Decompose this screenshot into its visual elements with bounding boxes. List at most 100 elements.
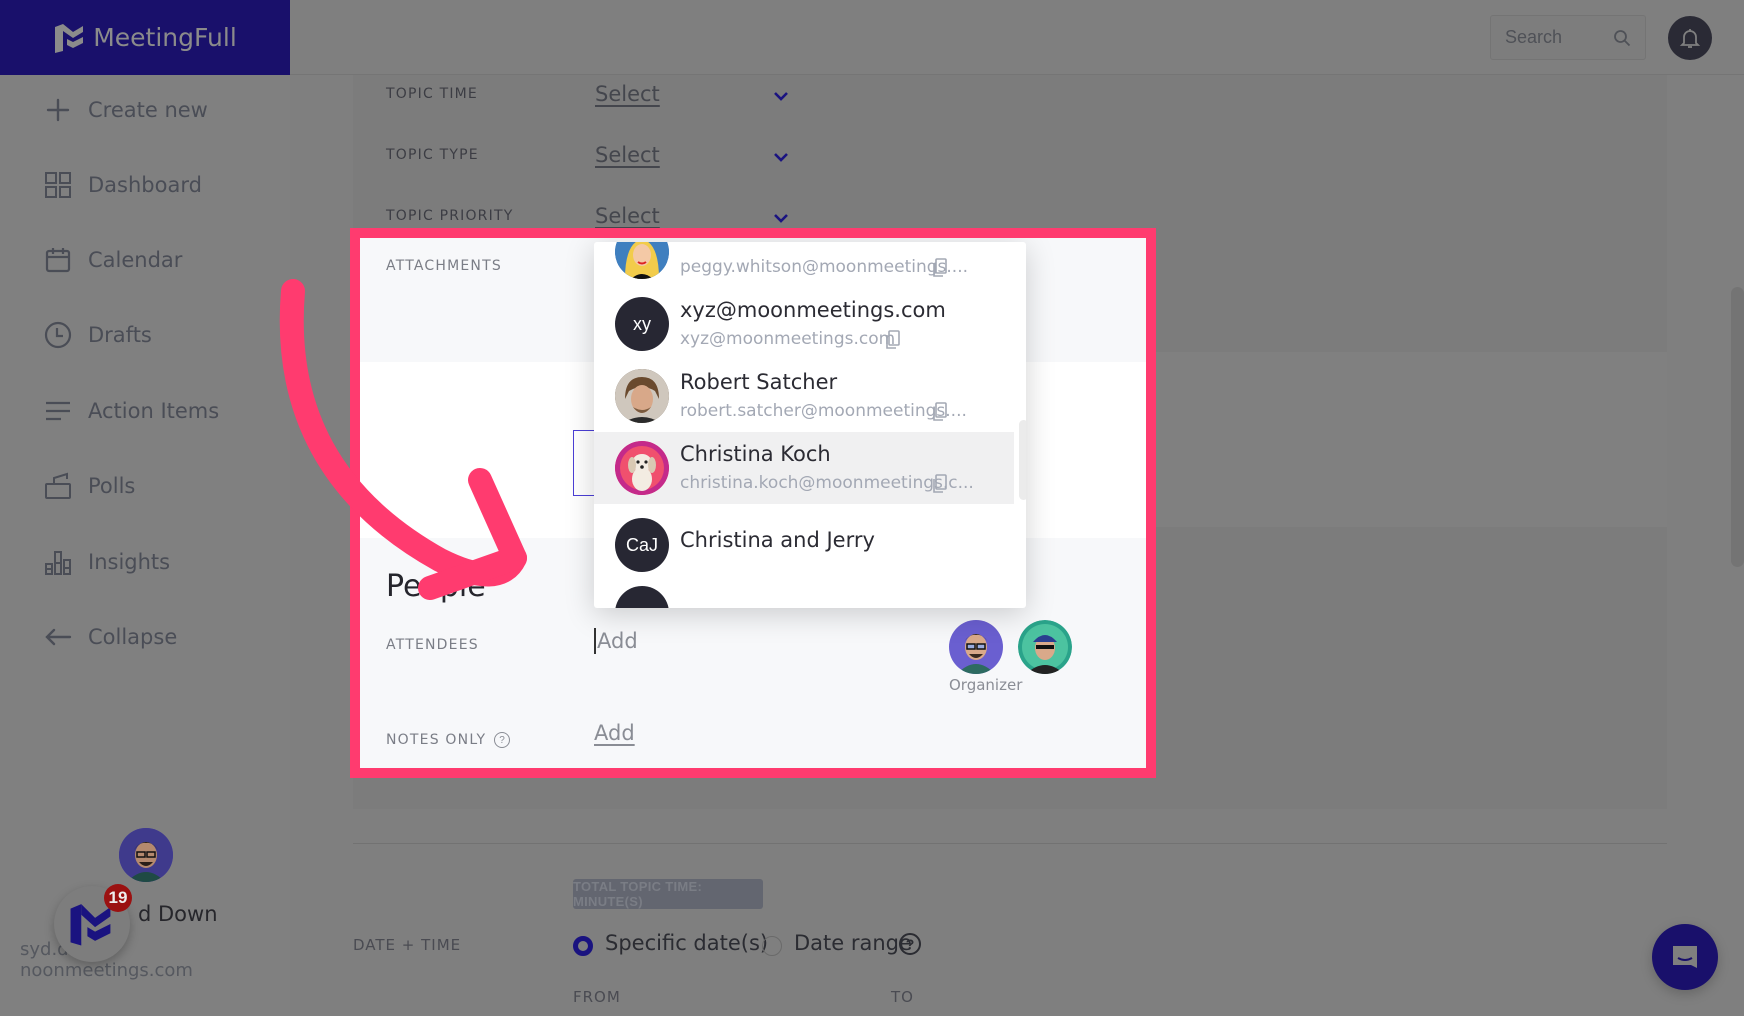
sidebar-item-label: Drafts	[88, 323, 152, 347]
chevron-down-icon[interactable]	[772, 151, 790, 163]
sidebar-item-calendar[interactable]: Calendar	[44, 240, 182, 280]
suggestion-item[interactable]: CaJ Christina and Jerry	[594, 504, 1014, 576]
copy-icon[interactable]	[932, 474, 948, 494]
user-avatar-illustration-icon	[119, 828, 173, 882]
sidebar: MeetingFull Create new Dashboard Calenda…	[0, 0, 290, 1016]
date-range-label[interactable]: Date range	[794, 931, 912, 955]
sidebar-item-label: Create new	[88, 98, 208, 122]
chat-support-button[interactable]	[1652, 924, 1718, 990]
bar-chart-icon	[45, 551, 71, 575]
brand[interactable]: MeetingFull	[0, 0, 290, 75]
suggestion-item-partial[interactable]	[594, 576, 1014, 608]
suggestion-name: xyz@moonmeetings.com	[680, 298, 946, 322]
topic-time-select[interactable]: Select	[595, 82, 660, 106]
sidebar-item-polls[interactable]: Polls	[44, 466, 135, 506]
sidebar-item-drafts[interactable]: Drafts	[44, 315, 152, 355]
copy-icon[interactable]	[885, 330, 901, 350]
sidebar-item-insights[interactable]: Insights	[44, 542, 170, 582]
suggestion-item-highlighted[interactable]: Christina Koch christina.koch@moonmeetin…	[594, 432, 1014, 504]
date-time-label: DATE + TIME	[353, 936, 462, 954]
search-icon	[1614, 29, 1631, 46]
specific-dates-radio[interactable]	[573, 936, 593, 956]
sidebar-item-label: Collapse	[88, 625, 178, 649]
chat-icon	[1673, 946, 1697, 968]
arrow-left-icon	[45, 628, 72, 646]
specific-dates-label[interactable]: Specific date(s)	[605, 931, 768, 955]
organizer-label: Organizer	[949, 676, 1023, 694]
notifications-button[interactable]	[1668, 16, 1712, 60]
suggestion-email: robert.satcher@moonmeetings....	[680, 401, 967, 421]
attendee-avatar[interactable]	[1018, 620, 1072, 674]
suggestion-email: xyz@moonmeetings.com	[680, 329, 896, 349]
chevron-down-icon[interactable]	[772, 90, 790, 102]
chevron-down-icon[interactable]	[772, 212, 790, 224]
attendees-label: ATTENDEES	[386, 637, 479, 653]
suggestion-item[interactable]: xy xyz@moonmeetings.com xyz@moonmeetings…	[594, 288, 1014, 360]
suggestion-name: Robert Satcher	[680, 370, 838, 394]
bell-icon	[1679, 29, 1701, 48]
section-divider	[353, 843, 1667, 844]
suggestion-email: christina.koch@moonmeetings.c...	[680, 473, 974, 493]
copy-icon[interactable]	[932, 402, 948, 422]
calendar-icon	[45, 248, 71, 273]
list-icon	[46, 401, 70, 421]
suggestion-item[interactable]: Robert Satcher robert.satcher@moonmeetin…	[594, 360, 1014, 432]
to-label: TO	[891, 988, 914, 1006]
sidebar-item-label: Calendar	[88, 248, 183, 272]
attachments-label: ATTACHMENTS	[386, 258, 502, 274]
copy-icon[interactable]	[932, 258, 948, 278]
topic-priority-select[interactable]: Select	[595, 204, 660, 228]
topic-priority-label: TOPIC PRIORITY	[386, 208, 514, 224]
sidebar-item-create-new[interactable]: Create new	[44, 90, 208, 130]
grid-icon	[45, 172, 71, 198]
search-placeholder: Search	[1505, 27, 1563, 47]
avatar-dog-icon	[615, 441, 669, 495]
people-title: People	[386, 569, 486, 604]
dropdown-scrollbar[interactable]	[1019, 420, 1026, 500]
avatar-photo-icon	[615, 369, 669, 423]
help-icon[interactable]: ?	[899, 933, 921, 955]
sidebar-item-collapse[interactable]: Collapse	[44, 617, 177, 657]
highlight-box: ATTACHMENTS People ATTENDEES Add NOTES O…	[350, 228, 1156, 778]
meetingfull-logo-icon	[55, 23, 84, 53]
organizer-avatar[interactable]	[949, 620, 1003, 674]
topic-time-label: TOPIC TIME	[386, 86, 478, 102]
attendee-suggestions-dropdown: peggy.whitson@moonmeetings.... xy xyz@mo…	[594, 242, 1026, 608]
suggestion-avatar	[615, 441, 669, 495]
suggestion-avatar	[615, 242, 669, 279]
suggestion-email: peggy.whitson@moonmeetings....	[680, 257, 969, 277]
sidebar-item-label: Action Items	[88, 399, 220, 423]
total-topic-time-chip: TOTAL TOPIC TIME: MINUTE(S)	[573, 879, 763, 909]
sidebar-item-label: Insights	[88, 550, 171, 574]
user-avatar[interactable]	[119, 828, 173, 882]
sidebar-item-label: Polls	[88, 474, 136, 498]
notes-only-add-link[interactable]: Add	[594, 721, 635, 745]
sidebar-item-action-items[interactable]: Action Items	[44, 391, 219, 431]
topic-type-select[interactable]: Select	[595, 143, 660, 167]
organizer-avatar-illustration-icon	[949, 620, 1003, 674]
topic-type-label: TOPIC TYPE	[386, 147, 479, 163]
suggestion-avatar	[615, 586, 669, 608]
ballot-box-icon	[45, 472, 71, 499]
suggestion-item[interactable]: peggy.whitson@moonmeetings....	[594, 242, 1014, 288]
from-label: FROM	[573, 988, 621, 1006]
avatar-illustration-icon	[615, 242, 669, 279]
search-input[interactable]: Search	[1490, 15, 1646, 60]
plus-icon	[46, 98, 70, 122]
attendee-avatar-illustration-icon	[1018, 620, 1072, 674]
sidebar-item-dashboard[interactable]: Dashboard	[44, 165, 202, 205]
suggestion-avatar	[615, 369, 669, 423]
notes-only-label: NOTES ONLY	[386, 732, 487, 748]
suggestion-avatar: xy	[615, 297, 669, 351]
suggestion-avatar: CaJ	[615, 518, 669, 572]
page-scrollbar[interactable]	[1731, 287, 1744, 567]
date-range-radio[interactable]	[762, 936, 782, 956]
brand-name: MeetingFull	[93, 23, 237, 52]
suggestion-name: Christina Koch	[680, 442, 831, 466]
help-icon[interactable]: ?	[494, 732, 510, 748]
notification-count-badge: 19	[104, 884, 132, 912]
user-name: d Down	[138, 902, 218, 926]
attendees-input[interactable]: Add	[594, 628, 638, 654]
sidebar-item-label: Dashboard	[88, 173, 202, 197]
clock-icon	[44, 321, 72, 349]
